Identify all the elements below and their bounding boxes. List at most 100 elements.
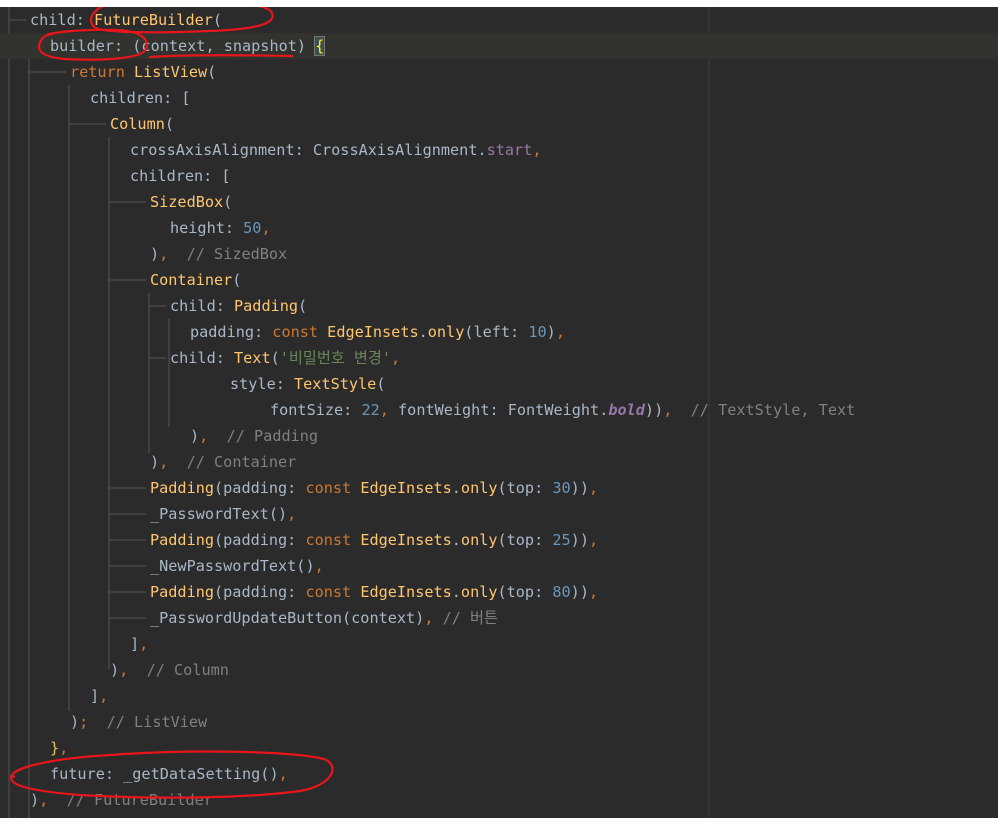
code-token: only [460,531,498,549]
code-editor[interactable]: child: FutureBuilder(builder: (context, … [0,7,998,818]
code-line[interactable]: Padding(padding: const EdgeInsets.only(t… [0,527,598,553]
code-token: 30 [552,479,571,497]
code-token: )) [644,401,664,419]
code-token: future: _getDataSetting() [50,765,279,783]
code-token: 50 [243,219,262,237]
code-token: ) [70,713,80,731]
code-token: , [278,765,288,783]
code-token: . [451,583,461,601]
code-line[interactable]: ), // FutureBuilder [0,787,213,813]
code-token: . [451,531,461,549]
code-token: const [305,479,361,497]
code-token: , [555,323,565,341]
code-token: , [588,583,599,601]
code-token: , [287,505,297,523]
code-token: child: [170,349,235,367]
code-token: ( [212,11,223,29]
code-line[interactable]: _PasswordUpdateButton(context), // 버튼 [0,605,498,631]
code-token: '비밀번호 변경' [279,349,392,367]
code-token: const [272,323,328,341]
code-token: ] [90,687,100,705]
code-line[interactable]: _PasswordText(), [0,501,296,527]
code-line[interactable]: style: TextStyle( [0,371,385,397]
code-token: FutureBuilder [94,11,213,29]
code-line[interactable]: ), // Padding [0,423,318,449]
code-token: EdgeInsets [327,323,419,341]
code-token: _PasswordUpdateButton(context) [150,609,425,627]
code-token: 80 [552,583,571,601]
code-line[interactable]: ], [0,683,108,709]
code-token: , [379,401,399,419]
code-token: children: [ [130,167,231,185]
code-token: , [261,219,271,237]
code-line[interactable]: children: [ [0,163,231,189]
code-token: fontWeight: FontWeight. [398,401,609,419]
code-line[interactable]: ), // Container [0,449,296,475]
code-token: only [427,323,465,341]
code-line[interactable]: padding: const EdgeInsets.only(left: 10)… [0,319,565,345]
code-line[interactable]: children: [ [0,85,191,111]
code-line[interactable]: return ListView( [0,59,216,85]
code-token: , [159,245,169,263]
code-token: crossAxisAlignment: CrossAxisAlignment. [130,141,487,159]
code-line[interactable]: Container( [0,267,241,293]
code-token: EdgeInsets [360,531,452,549]
code-line[interactable]: child: Text('비밀번호 변경', [0,345,400,371]
code-token: )) [570,479,589,497]
code-token: only [460,583,498,601]
code-line[interactable]: fontSize: 22, fontWeight: FontWeight.bol… [0,397,855,423]
code-line[interactable]: ); // ListView [0,709,207,735]
code-line[interactable]: ], [0,631,148,657]
code-token: ] [130,635,140,653]
code-token: ( [298,297,308,315]
code-token: // Container [168,453,297,471]
code-token: , [59,739,69,757]
code-token: // Padding [208,427,319,445]
code-token: Padding [150,583,215,601]
code-token: (top: [497,531,553,549]
code-line[interactable]: }, [0,735,68,761]
code-line[interactable]: child: Padding( [0,293,307,319]
code-token: (padding: [214,531,306,549]
code-line[interactable]: SizedBox( [0,189,232,215]
code-token: ( [207,63,217,81]
code-token: ) [190,427,200,445]
code-token: , [588,479,599,497]
code-token: child: [30,11,95,29]
code-token: , [532,141,542,159]
code-token: ) [546,323,556,341]
code-token: Text [234,349,271,367]
code-token: 10 [528,323,547,341]
code-line[interactable]: Padding(padding: const EdgeInsets.only(t… [0,475,598,501]
code-token: . [451,479,461,497]
code-token: ( [270,349,280,367]
code-line[interactable]: Column( [0,111,174,137]
code-token: ) [150,245,160,263]
code-token: // TextStyle, Text [672,401,856,419]
code-token: , [159,453,169,471]
code-line[interactable]: future: _getDataSetting(), [0,761,288,787]
code-token: (left: [464,323,529,341]
code-token: ( [164,115,175,133]
code-token: children: [ [90,89,191,107]
code-token: style: [230,375,295,393]
code-line[interactable]: builder: (context, snapshot) { [0,33,998,59]
code-token: ( [232,271,242,289]
code-token: EdgeInsets [360,479,452,497]
code-token: (padding: [214,479,306,497]
code-line[interactable]: Padding(padding: const EdgeInsets.only(t… [0,579,598,605]
code-token: Padding [150,531,215,549]
code-line[interactable]: child: FutureBuilder( [0,7,222,33]
code-token: _NewPasswordText() [150,557,315,575]
code-token: Padding [150,479,215,497]
code-token: // FutureBuilder [48,791,213,809]
code-token: )) [570,583,589,601]
code-line[interactable]: crossAxisAlignment: CrossAxisAlignment.s… [0,137,541,163]
code-line[interactable]: _NewPasswordText(), [0,553,324,579]
code-token: // SizedBox [168,245,288,263]
code-line[interactable]: height: 50, [0,215,271,241]
code-line[interactable]: ), // SizedBox [0,241,287,267]
code-token: , [99,687,109,705]
code-token: start [486,141,533,159]
code-line[interactable]: ), // Column [0,657,229,683]
